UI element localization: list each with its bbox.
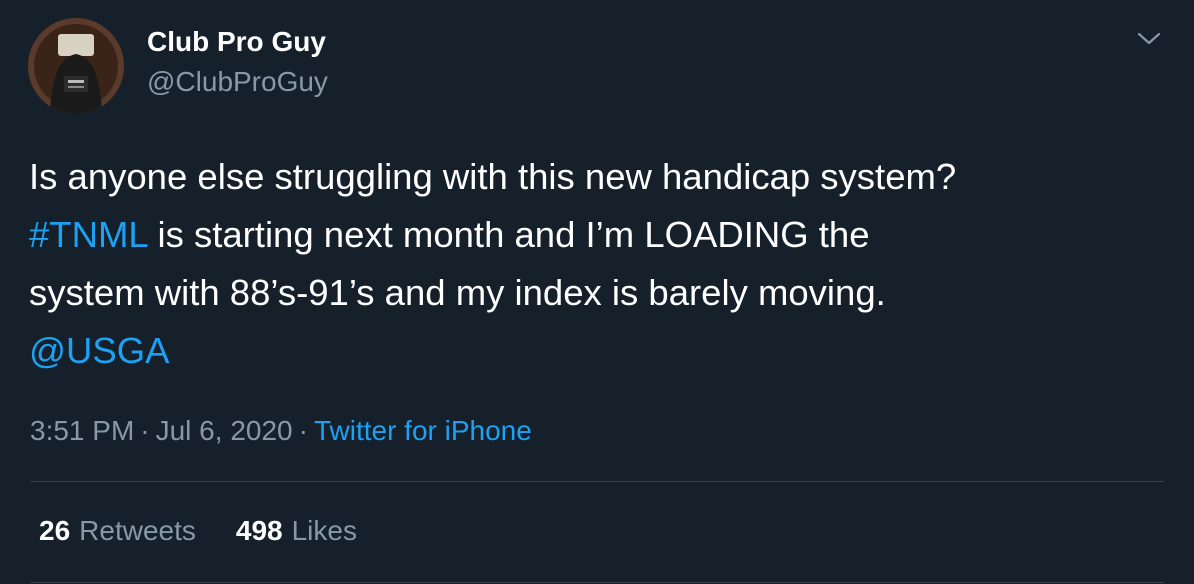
avatar[interactable] [28, 18, 124, 114]
likes-label: Likes [291, 515, 357, 546]
retweets-count: 26 [39, 515, 71, 546]
author-handle[interactable]: @ClubProGuy [147, 65, 328, 99]
divider [30, 481, 1164, 482]
tweet-text-segment: system with 88’s-91’s and my index is ba… [29, 272, 886, 313]
chevron-down-icon[interactable] [1134, 28, 1164, 50]
tweet-date[interactable]: Jul 6, 2020 [156, 415, 293, 446]
avatar-image [28, 18, 124, 114]
tweet-text-segment: Is anyone else struggling with this new … [29, 156, 957, 197]
author-name[interactable]: Club Pro Guy [147, 25, 326, 59]
meta-separator: · [298, 415, 308, 446]
tweet-text: Is anyone else struggling with this new … [29, 148, 1179, 380]
divider [30, 582, 1164, 583]
tweet-meta: 3:51 PM · Jul 6, 2020 · Twitter for iPhone [30, 414, 532, 448]
tweet-source-link[interactable]: Twitter for iPhone [314, 415, 532, 446]
tweet-time[interactable]: 3:51 PM [30, 415, 134, 446]
retweets-stat[interactable]: 26 Retweets [39, 514, 196, 548]
tweet-text-line: @USGA [29, 322, 1179, 380]
likes-count: 498 [235, 515, 283, 546]
meta-separator: · [140, 415, 150, 446]
tweet-stats: 26 Retweets 498 Likes [39, 514, 397, 548]
tweet: Club Pro Guy @ClubProGuy Is anyone else … [0, 0, 1194, 584]
tweet-text-line: #TNML is starting next month and I’m LOA… [29, 206, 1179, 264]
likes-stat[interactable]: 498 Likes [236, 514, 357, 548]
mention-link[interactable]: @USGA [29, 330, 170, 371]
tweet-text-line: system with 88’s-91’s and my index is ba… [29, 264, 1179, 322]
tweet-text-line: Is anyone else struggling with this new … [29, 148, 1179, 206]
hashtag-link[interactable]: #TNML [29, 214, 147, 255]
retweets-label: Retweets [79, 515, 196, 546]
tweet-text-segment: is starting next month and I’m LOADING t… [147, 214, 870, 255]
